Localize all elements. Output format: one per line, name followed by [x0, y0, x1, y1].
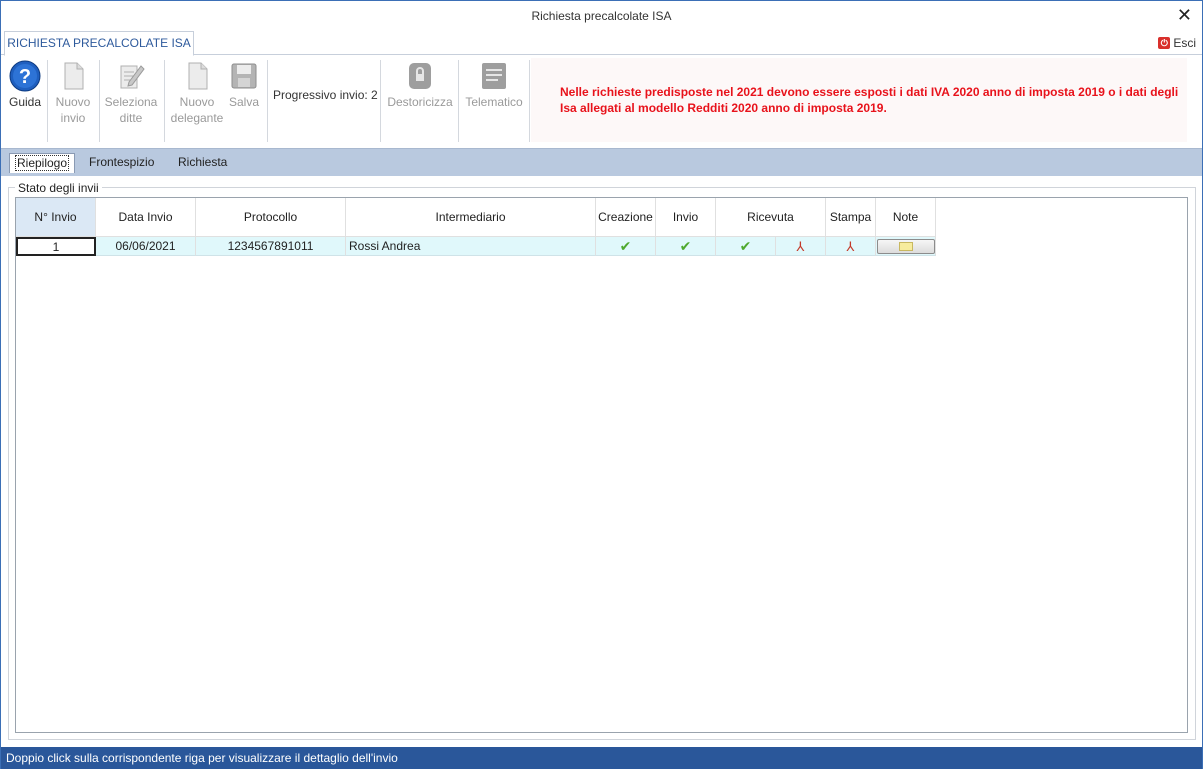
toolbar-separator: [164, 60, 165, 142]
destoricizza-label: Destoricizza: [387, 95, 453, 109]
window-title: Richiesta precalcolate ISA: [531, 9, 672, 23]
telematic-icon: [482, 63, 506, 89]
save-disk-icon: [231, 63, 257, 89]
seleziona-ditte-label-2: ditte: [119, 111, 143, 125]
subtab-bar: Riepilogo Frontespizio Richiesta: [1, 148, 1202, 176]
cell-n-invio[interactable]: 1: [16, 237, 96, 256]
col-header-stampa[interactable]: Stampa: [826, 198, 876, 237]
salva-button[interactable]: Salva: [227, 60, 261, 110]
note-icon: [898, 241, 913, 251]
cell-ricevuta-pdf[interactable]: ⅄: [776, 237, 826, 256]
warning-message: Nelle richieste predisposte nel 2021 dev…: [560, 85, 1179, 115]
cell-intermediario[interactable]: Rossi Andrea: [346, 237, 596, 256]
progressivo-invio: Progressivo invio: 2: [273, 88, 378, 102]
col-header-n-invio[interactable]: N° Invio: [16, 198, 96, 237]
title-bar: Richiesta precalcolate ISA ✕: [1, 1, 1202, 31]
cell-ricevuta-stato[interactable]: ✔: [716, 237, 776, 256]
note-button[interactable]: [876, 238, 935, 254]
toolbar-separator: [99, 60, 100, 142]
tab-riepilogo[interactable]: Riepilogo: [9, 153, 76, 173]
close-icon[interactable]: ✕: [1177, 5, 1192, 25]
ribbon-tab-richiesta[interactable]: RICHIESTA PRECALCOLATE ISA: [4, 31, 194, 56]
check-icon: ✔: [739, 238, 752, 254]
check-icon: ✔: [679, 238, 692, 254]
status-bar: Doppio click sulla corrispondente riga p…: [1, 747, 1202, 769]
col-header-creazione[interactable]: Creazione: [596, 198, 656, 237]
nuovo-invio-button[interactable]: Nuovo invio: [51, 60, 95, 126]
salva-label: Salva: [228, 95, 260, 109]
app-window: Richiesta precalcolate ISA ✕ RICHIESTA P…: [0, 0, 1203, 769]
tab-riepilogo-label: Riepilogo: [15, 155, 70, 171]
nuovo-delegante-button[interactable]: Nuovo delegante: [169, 60, 225, 126]
cell-data-invio[interactable]: 06/06/2021: [96, 237, 196, 256]
cell-note[interactable]: [876, 237, 936, 256]
new-document-icon: [64, 62, 84, 90]
pdf-icon[interactable]: ⅄: [797, 240, 805, 253]
invii-grid: N° Invio Data Invio Protocollo Intermedi…: [15, 197, 1188, 733]
help-icon: ?: [9, 60, 41, 92]
toolbar-separator: [529, 60, 530, 142]
seleziona-ditte-label-1: Seleziona: [104, 95, 158, 109]
toolbar-separator: [267, 60, 268, 142]
exit-button[interactable]: ⏻ Esci: [1158, 36, 1196, 50]
tab-frontespizio[interactable]: Frontespizio: [84, 153, 159, 173]
cell-creazione[interactable]: ✔: [596, 237, 656, 256]
table-row[interactable]: 1 06/06/2021 1234567891011 Rossi Andrea …: [16, 237, 936, 256]
check-icon: ✔: [619, 238, 632, 254]
toolbar-separator: [458, 60, 459, 142]
svg-text:?: ?: [19, 66, 31, 88]
toolbar-separator: [380, 60, 381, 142]
cell-invio[interactable]: ✔: [656, 237, 716, 256]
warning-panel: Nelle richieste predisposte nel 2021 dev…: [531, 58, 1187, 142]
nuovo-delegante-label-2: delegante: [170, 111, 224, 125]
col-header-note[interactable]: Note: [876, 198, 936, 237]
grid-header: N° Invio Data Invio Protocollo Intermedi…: [16, 198, 936, 237]
cell-stampa[interactable]: ⅄: [826, 237, 876, 256]
nuovo-invio-label-1: Nuovo: [55, 95, 91, 109]
new-document-icon: [188, 62, 208, 90]
destoricizza-button[interactable]: Destoricizza: [385, 60, 455, 110]
nuovo-delegante-label-1: Nuovo: [179, 95, 215, 109]
nuovo-invio-label-2: invio: [60, 111, 86, 125]
guida-label: Guida: [8, 95, 42, 109]
telematico-button[interactable]: Telematico: [462, 60, 526, 110]
exit-label: Esci: [1173, 36, 1196, 50]
cell-protocollo[interactable]: 1234567891011: [196, 237, 346, 256]
toolbar: ? Guida Nuovo invio Seleziona ditte Nuov…: [1, 56, 1202, 148]
pdf-icon[interactable]: ⅄: [847, 240, 855, 253]
col-header-ricevuta[interactable]: Ricevuta: [716, 198, 826, 237]
edit-list-icon: [120, 65, 145, 89]
guida-button[interactable]: ? Guida: [7, 60, 43, 110]
lock-icon: [409, 63, 431, 89]
col-header-protocollo[interactable]: Protocollo: [196, 198, 346, 237]
col-header-invio[interactable]: Invio: [656, 198, 716, 237]
seleziona-ditte-button[interactable]: Seleziona ditte: [103, 60, 159, 126]
ribbon-tab-bar: RICHIESTA PRECALCOLATE ISA ⏻ Esci: [1, 31, 1202, 56]
tab-richiesta[interactable]: Richiesta: [173, 153, 232, 173]
stato-invii-label: Stato degli invii: [15, 181, 102, 195]
power-icon: ⏻: [1158, 37, 1171, 49]
col-header-data-invio[interactable]: Data Invio: [96, 198, 196, 237]
telematico-label: Telematico: [465, 95, 523, 109]
col-header-intermediario[interactable]: Intermediario: [346, 198, 596, 237]
toolbar-separator: [47, 60, 48, 142]
